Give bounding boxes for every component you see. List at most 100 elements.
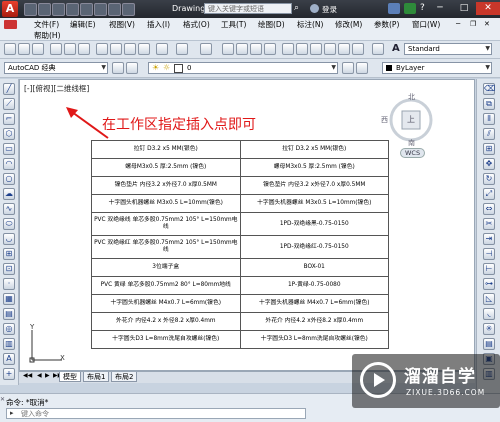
rectangle-icon[interactable]: ▭ xyxy=(3,143,15,155)
drawing-area[interactable]: [-][俯视][二维线框] 在工作区指定插入点即可 北 南 西 上 WCS 拉钉… xyxy=(19,79,475,371)
table-cell-description[interactable]: 十字圆头机器螺丝 M3x0.5 L=10mm(镍色) xyxy=(91,194,241,213)
tab-model[interactable]: 模型 xyxy=(59,372,81,382)
markup-icon[interactable] xyxy=(338,43,350,55)
arc-icon[interactable]: ◠ xyxy=(3,158,15,170)
menu-draw[interactable]: 绘图(D) xyxy=(258,19,285,30)
bom-table[interactable]: 拉钉 D3.2 x5 MM(银色) 拉钉 D3.2 x5 MM(银色) 螺母M3x0… xyxy=(91,140,389,349)
pan-icon[interactable] xyxy=(222,43,234,55)
menu-file[interactable]: 文件(F) xyxy=(34,19,59,30)
viewcube-west[interactable]: 西 xyxy=(381,115,388,125)
undo-icon[interactable] xyxy=(176,43,188,55)
table-cell-description[interactable]: 3位端子盒 xyxy=(91,258,241,277)
save-icon[interactable] xyxy=(32,43,44,55)
redo-icon[interactable] xyxy=(200,43,212,55)
table-row[interactable]: PVC 黄绿 单芯多股0.75mm2 80° L=80mm地线 1P-黄绿-0.7… xyxy=(91,276,389,295)
print-icon[interactable] xyxy=(50,43,62,55)
copy-object-icon[interactable]: ⧉ xyxy=(483,98,495,110)
design-center-icon[interactable] xyxy=(296,43,308,55)
tool-palettes-icon[interactable] xyxy=(310,43,322,55)
table-cell-code[interactable]: 1P-黄绿-0.75-0080 xyxy=(239,276,389,295)
polygon-icon[interactable]: ⬡ xyxy=(3,128,15,140)
construction-line-icon[interactable]: ⟋ xyxy=(3,98,15,110)
circle-icon[interactable]: ○ xyxy=(3,173,15,185)
table-icon[interactable]: ▥ xyxy=(3,338,15,350)
table-cell-description[interactable]: 外花介 内径4.2 x 外径8.2 x厚0.4mm xyxy=(91,312,241,331)
add-selected-icon[interactable]: + xyxy=(3,368,15,380)
table-cell-description[interactable]: 十字圆头D3 L=8mm洗尾自攻螺丝(镍色) xyxy=(91,330,241,349)
doc-close-icon[interactable]: ✕ xyxy=(484,20,490,28)
close-button[interactable]: ✕ xyxy=(476,2,500,15)
redo-icon[interactable] xyxy=(108,3,121,16)
menu-window[interactable]: 窗口(W) xyxy=(412,19,440,30)
color-select[interactable]: ByLayer ▼ xyxy=(382,62,492,74)
exchange-icon[interactable] xyxy=(388,3,400,14)
menu-modify[interactable]: 修改(M) xyxy=(335,19,362,30)
break-at-point-icon[interactable]: ⊣ xyxy=(483,248,495,260)
table-cell-description[interactable]: 镍色垫片 内径3.2 x外径7.0 x厚0.5MM xyxy=(91,176,241,195)
polyline-icon[interactable]: ⌐ xyxy=(3,113,15,125)
table-cell-code[interactable]: 1PD-双绝缘红-0.75-0150 xyxy=(239,235,389,259)
layer-select[interactable]: ☀ ☼ 0 ▼ xyxy=(148,62,338,74)
zoom-realtime-icon[interactable] xyxy=(236,43,248,55)
layer-properties-icon[interactable] xyxy=(126,62,138,74)
tab-layout1[interactable]: 布局1 xyxy=(83,372,110,382)
autocad-logo-icon[interactable]: A xyxy=(2,1,18,17)
plot-icon[interactable] xyxy=(80,3,93,16)
fillet-icon[interactable]: ◟ xyxy=(483,308,495,320)
copy-icon[interactable] xyxy=(110,43,122,55)
trim-icon[interactable]: ✂ xyxy=(483,218,495,230)
line-icon[interactable]: ╱ xyxy=(3,83,15,95)
tab-nav-first-icon[interactable]: ◀◀ xyxy=(23,372,32,379)
menu-view[interactable]: 视图(V) xyxy=(109,19,135,30)
erase-icon[interactable]: ⌫ xyxy=(483,83,495,95)
table-cell-code[interactable]: 1PD-双绝缘黑-0.75-0150 xyxy=(239,212,389,236)
menu-dimension[interactable]: 标注(N) xyxy=(297,19,323,30)
ellipse-arc-icon[interactable]: ◡ xyxy=(3,233,15,245)
viewcube-north[interactable]: 北 xyxy=(408,92,415,102)
table-cell-code[interactable]: 十字圆头机器螺丝 M3x0.5 L=10mm(镍色) xyxy=(239,194,389,213)
print-preview-icon[interactable] xyxy=(64,43,76,55)
table-cell-description[interactable]: 螺母M3x0.5 厚:2.5mm (镍色) xyxy=(91,158,241,177)
viewcube-south[interactable]: 南 xyxy=(408,138,415,148)
workspace-settings-icon[interactable] xyxy=(112,62,124,74)
match-properties-icon[interactable] xyxy=(138,43,150,55)
command-input[interactable]: 键入命令 xyxy=(6,408,306,419)
search-input[interactable]: 键入关键字或短语 xyxy=(204,3,292,14)
table-cell-code[interactable]: 镍色垫片 内径3.2 x外径7.0 x厚0.5MM xyxy=(239,176,389,195)
table-row[interactable]: 十字圆头机器螺丝 M3x0.5 L=10mm(镍色) 十字圆头机器螺丝 M3x0.… xyxy=(91,194,389,213)
workspace-select[interactable]: AutoCAD 经典 ▼ xyxy=(4,62,108,74)
scale-icon[interactable]: ⤢ xyxy=(483,188,495,200)
publish-icon[interactable] xyxy=(78,43,90,55)
save-icon[interactable] xyxy=(52,3,65,16)
rotate-icon[interactable]: ↻ xyxy=(483,173,495,185)
document-icon[interactable] xyxy=(4,20,17,29)
table-cell-description[interactable]: PVC 双绝缘红 单芯多股0.75mm2 105° L=150mm电线 xyxy=(91,235,241,259)
table-row[interactable]: 外花介 内径4.2 x 外径8.2 x厚0.4mm 外花介 内径4.2 x外径8.… xyxy=(91,312,389,331)
extend-icon[interactable]: ⇥ xyxy=(483,233,495,245)
offset-icon[interactable]: ⫽ xyxy=(483,128,495,140)
table-cell-description[interactable]: PVC 双绝缘线 单芯多股0.75mm2 105° L=150mm电线 xyxy=(91,212,241,236)
table-cell-code[interactable]: 十字圆头D3 L=8mm洗尾自攻螺丝(镍色) xyxy=(239,330,389,349)
new-icon[interactable] xyxy=(4,43,16,55)
binoculars-icon[interactable]: ⌕ xyxy=(294,3,305,14)
make-block-icon[interactable]: ⊡ xyxy=(3,263,15,275)
make-current-icon[interactable] xyxy=(342,62,354,74)
region-icon[interactable]: ◎ xyxy=(3,323,15,335)
table-row[interactable]: 十字圆头D3 L=8mm洗尾自攻螺丝(镍色) 十字圆头D3 L=8mm洗尾自攻螺丝… xyxy=(91,330,389,349)
menu-parametric[interactable]: 参数(P) xyxy=(374,19,399,30)
ellipse-icon[interactable]: ⬭ xyxy=(3,218,15,230)
table-cell-code[interactable]: 拉钉 D3.2 x5 MM(银色) xyxy=(239,140,389,159)
revision-cloud-icon[interactable]: ☁ xyxy=(3,188,15,200)
maximize-button[interactable]: □ xyxy=(452,2,476,15)
table-cell-code[interactable]: 螺母M3x0.5 厚:2.5mm (镍色) xyxy=(239,158,389,177)
table-row[interactable]: 螺母M3x0.5 厚:2.5mm (镍色) 螺母M3x0.5 厚:2.5mm (镍… xyxy=(91,158,389,177)
table-cell-description[interactable]: 十字圆头机器螺丝 M4x0.7 L=6mm(镍色) xyxy=(91,294,241,313)
move-icon[interactable]: ✥ xyxy=(483,158,495,170)
menu-tools[interactable]: 工具(T) xyxy=(221,19,246,30)
command-close-icon[interactable]: ✕ xyxy=(0,396,5,403)
table-row[interactable]: PVC 双绝缘红 单芯多股0.75mm2 105° L=150mm电线 1PD-双… xyxy=(91,235,389,259)
menu-help[interactable]: 帮助(H) xyxy=(34,30,61,41)
viewport-controls[interactable]: [-][俯视][二维线框] xyxy=(24,83,89,94)
autodesk-app-icon[interactable] xyxy=(404,3,416,14)
cut-icon[interactable] xyxy=(96,43,108,55)
